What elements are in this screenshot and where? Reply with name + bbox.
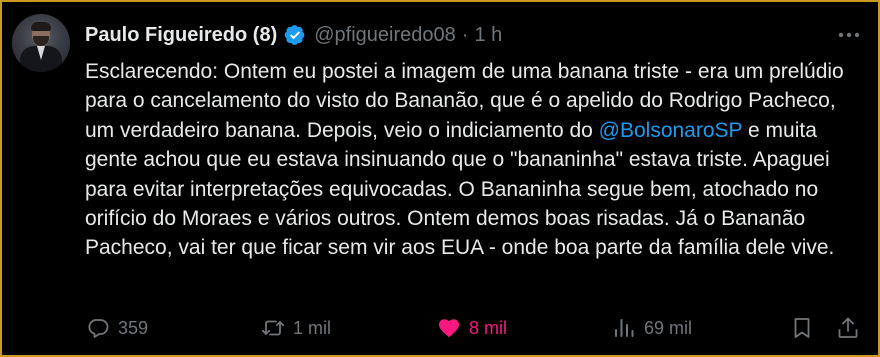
author-name[interactable]: Paulo Figueiredo (8) — [85, 24, 277, 47]
more-options-button[interactable] — [832, 22, 866, 48]
post-text: Esclarecendo: Ontem eu postei a imagem d… — [85, 57, 865, 263]
share-icon — [838, 317, 858, 338]
views-button[interactable]: 69 mil — [612, 310, 692, 346]
author-handle[interactable]: @pfigueiredo08 — [314, 24, 456, 47]
more-options-icon — [838, 32, 860, 38]
post-timestamp[interactable]: 1 h — [474, 24, 502, 47]
reply-icon — [88, 319, 109, 338]
share-button[interactable] — [836, 310, 860, 346]
bookmark-icon — [794, 318, 810, 338]
reply-count: 359 — [118, 317, 149, 338]
mention-link[interactable]: @BolsonaroSP — [599, 119, 743, 142]
heart-icon — [439, 319, 459, 338]
action-bar: 359 1 mil 8 mil 69 mil — [82, 310, 867, 346]
header-separator: · — [461, 23, 469, 46]
avatar[interactable] — [12, 14, 70, 72]
post-card[interactable]: Paulo Figueiredo (8) @pfigueiredo08 · 1 … — [0, 0, 880, 357]
verified-badge-icon[interactable] — [284, 24, 306, 46]
repost-icon — [261, 320, 285, 336]
repost-button[interactable]: 1 mil — [261, 310, 331, 346]
bookmark-button[interactable] — [790, 310, 814, 346]
reply-button[interactable]: 359 — [86, 310, 148, 346]
repost-count: 1 mil — [293, 317, 332, 338]
avatar-beard — [33, 36, 49, 46]
post-header: Paulo Figueiredo (8) @pfigueiredo08 · 1 … — [85, 20, 502, 50]
views-icon — [615, 319, 634, 337]
avatar-hair — [31, 22, 51, 31]
like-button[interactable]: 8 mil — [437, 310, 507, 346]
views-count: 69 mil — [644, 317, 693, 338]
like-count: 8 mil — [469, 317, 508, 338]
